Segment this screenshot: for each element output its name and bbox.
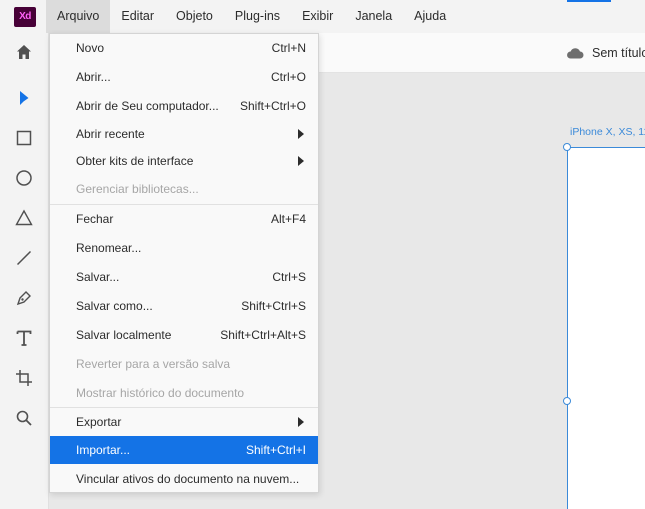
submenu-arrow-icon [298,156,304,166]
menu-item-label: Abrir... [76,70,111,84]
menu-plugins[interactable]: Plug-ins [224,0,291,33]
pen-icon[interactable] [8,282,40,314]
artboard-icon[interactable] [8,362,40,394]
menu-item-shortcut: Ctrl+O [270,70,306,84]
menu-item-renomear[interactable]: Renomear... [50,234,318,262]
select-icon[interactable] [8,82,40,114]
home-icon[interactable] [8,36,40,68]
menu-item-label: Abrir de Seu computador... [76,99,219,113]
file-menu-dropdown: Novo Ctrl+N Abrir... Ctrl+O Abrir de Seu… [49,33,319,493]
menu-item-shortcut: Shift+Ctrl+I [245,443,306,457]
menu-item-label: Salvar como... [76,299,153,313]
menu-objeto[interactable]: Objeto [165,0,224,33]
menu-item-reverter: Reverter para a versão salva [50,350,318,378]
artboard[interactable] [567,147,645,509]
menu-item-label: Fechar [76,212,114,226]
artboard-label[interactable]: iPhone X, XS, 11 [570,126,645,138]
menu-item-importar[interactable]: Importar... Shift+Ctrl+I [50,436,318,464]
menu-item-shortcut: Shift+Ctrl+O [239,99,306,113]
artboard-handle-top-left[interactable] [563,143,571,151]
menu-editar[interactable]: Editar [110,0,165,33]
menu-item-abrir-recente[interactable]: Abrir recente [50,120,318,148]
menu-item-label: Salvar localmente [76,328,172,342]
xd-logo-icon: Xd [14,6,36,27]
menu-item-salvar[interactable]: Salvar... Ctrl+S [50,263,318,291]
document-title: Sem título [592,46,645,60]
logo-text: Xd [19,11,31,22]
menu-item-abrir[interactable]: Abrir... Ctrl+O [50,63,318,91]
menu-exibir[interactable]: Exibir [291,0,344,33]
cloud-icon [567,48,584,59]
menu-item-fechar[interactable]: Fechar Alt+F4 [50,205,318,233]
menu-arquivo[interactable]: Arquivo [46,0,111,33]
menu-item-label: Renomear... [76,241,142,255]
menu-item-shortcut: Shift+Ctrl+Alt+S [220,328,306,342]
menu-item-vincular-ativos[interactable]: Vincular ativos do documento na nuvem... [50,465,318,493]
line-icon[interactable] [8,242,40,274]
document-title-group[interactable]: Sem título [566,33,645,73]
menu-item-label: Novo [76,41,105,55]
menu-ajuda[interactable]: Ajuda [403,0,457,33]
menu-item-label: Salvar... [76,270,120,284]
menu-item-exportar[interactable]: Exportar [50,408,318,436]
artboard-handle-middle-left[interactable] [563,397,571,405]
menu-item-novo[interactable]: Novo Ctrl+N [50,34,318,62]
menu-item-label: Gerenciar bibliotecas... [76,182,199,196]
menu-item-mostrar-historico: Mostrar histórico do documento [50,379,318,407]
ellipse-icon[interactable] [8,162,40,194]
tools-panel [0,33,49,509]
menu-item-gerenciar-bibliotecas: Gerenciar bibliotecas... [50,175,318,203]
menu-item-label: Abrir recente [76,127,145,141]
menu-item-salvar-como[interactable]: Salvar como... Shift+Ctrl+S [50,292,318,320]
menu-item-salvar-localmente[interactable]: Salvar localmente Shift+Ctrl+Alt+S [50,321,318,349]
menu-item-shortcut: Alt+F4 [270,212,306,226]
mode-tab-indicator [567,0,611,2]
menu-item-shortcut: Shift+Ctrl+S [241,299,306,313]
polygon-icon[interactable] [8,202,40,234]
menu-item-label: Exportar [76,415,122,429]
zoom-icon[interactable] [8,402,40,434]
menu-item-abrir-computador[interactable]: Abrir de Seu computador... Shift+Ctrl+O [50,92,318,120]
menu-item-obter-kits[interactable]: Obter kits de interface [50,147,318,175]
menu-item-label: Obter kits de interface [76,154,194,168]
menu-bar: Xd Arquivo Editar Objeto Plug-ins Exibir… [0,0,645,33]
menu-item-shortcut: Ctrl+S [272,270,306,284]
rectangle-icon[interactable] [8,122,40,154]
text-icon[interactable] [8,322,40,354]
submenu-arrow-icon [298,417,304,427]
menu-item-label: Vincular ativos do documento na nuvem... [76,472,300,486]
menu-item-shortcut: Ctrl+N [271,41,306,55]
menu-item-label: Importar... [76,443,131,457]
submenu-arrow-icon [298,129,304,139]
menu-janela[interactable]: Janela [344,0,403,33]
menu-item-label: Mostrar histórico do documento [76,386,245,400]
menu-item-label: Reverter para a versão salva [76,357,231,371]
